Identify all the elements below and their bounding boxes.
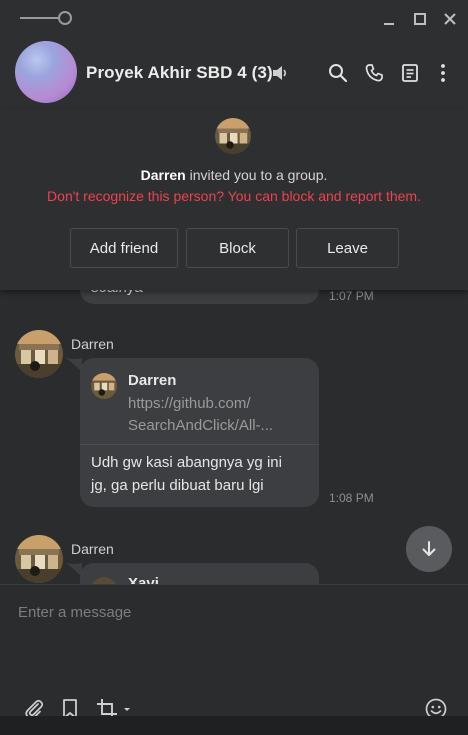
sender-name: Darren	[71, 541, 114, 557]
quote-text[interactable]: https://github.com/ SearchAndClick/All-.…	[128, 393, 273, 437]
chat-window: Proyek Akhir SBD 4 (3) 1:07 PM Darren Da…	[0, 0, 468, 735]
message-text-line: jg, ga perlu dibuat baru lgi	[91, 477, 264, 494]
message-list[interactable]: soalnya 1:07 PM Darren	[0, 262, 468, 584]
sender-avatar[interactable]	[15, 330, 63, 378]
search-icon[interactable]	[326, 61, 350, 85]
quote-avatar	[91, 577, 117, 584]
quote-divider	[80, 444, 319, 445]
message-time: 1:07 PM	[329, 289, 374, 303]
group-invite-panel: Darren invited you to a group. Don't rec…	[0, 110, 468, 290]
taskbar-edge	[0, 716, 468, 735]
message-composer	[0, 584, 468, 735]
message-bubble[interactable]: Xavi	[80, 563, 319, 584]
chat-title[interactable]: Proyek Akhir SBD 4 (3)	[86, 63, 273, 83]
quote-sender-name: Darren	[128, 372, 177, 389]
chat-header: Proyek Akhir SBD 4 (3)	[0, 36, 468, 110]
inviter-avatar[interactable]	[215, 118, 251, 154]
invite-text: invited you to a group.	[189, 167, 328, 183]
block-button[interactable]: Block	[186, 228, 289, 268]
add-friend-button[interactable]: Add friend	[70, 228, 178, 268]
minimize-icon[interactable]	[378, 8, 400, 30]
message-input[interactable]	[18, 601, 438, 623]
close-icon[interactable]	[439, 8, 461, 30]
quote-avatar	[91, 373, 117, 399]
notes-icon[interactable]	[398, 61, 422, 85]
invite-warning: Don't recognize this person? You can blo…	[47, 188, 421, 204]
message-time: 1:08 PM	[329, 491, 374, 505]
message-text-line: Udh gw kasi abangnya yg ini	[91, 454, 282, 471]
speaker-icon	[268, 61, 292, 85]
group-avatar[interactable]	[15, 41, 77, 103]
more-icon[interactable]	[431, 61, 455, 85]
maximize-icon[interactable]	[409, 8, 431, 30]
message-text: Udh gw kasi abangnya yg ini jg, ga perlu…	[91, 451, 282, 497]
message-bubble[interactable]: Darren https://github.com/ SearchAndClic…	[80, 358, 319, 507]
opacity-slider-handle[interactable]	[58, 11, 72, 25]
title-bar	[0, 0, 468, 36]
quote-text-line: SearchAndClick/All-...	[128, 417, 274, 434]
inviter-name: Darren	[140, 167, 186, 183]
arrow-down-icon	[422, 541, 436, 556]
quote-sender-name: Xavi	[128, 575, 159, 584]
quote-text-line: https://github.com/	[128, 395, 251, 412]
phone-icon[interactable]	[362, 61, 386, 85]
invite-message: Darren invited you to a group.	[0, 167, 468, 183]
sender-name: Darren	[71, 336, 114, 352]
scroll-to-bottom-button[interactable]	[406, 526, 452, 572]
sender-avatar[interactable]	[15, 535, 63, 583]
leave-button[interactable]: Leave	[296, 228, 399, 268]
